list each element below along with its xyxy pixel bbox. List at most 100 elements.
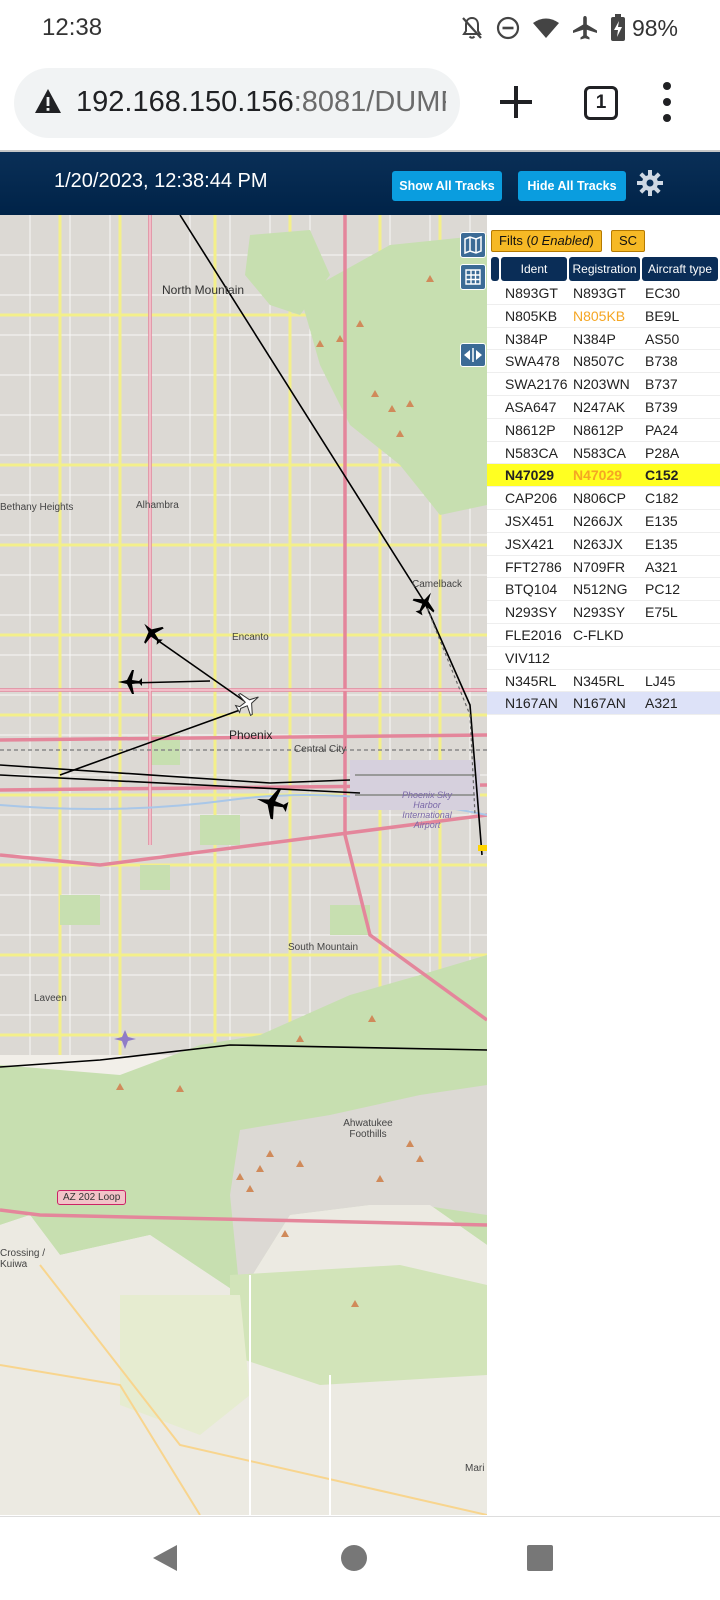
cell-type: BE9L [645, 307, 680, 324]
map-label-phoenix: Phoenix [229, 728, 273, 742]
cell-ident: JSX451 [505, 512, 555, 529]
airplane-mode-icon [572, 16, 597, 40]
battery-charging-icon [610, 14, 625, 41]
cell-registration: N203WN [573, 376, 630, 393]
column-header-registration[interactable]: Registration [569, 257, 640, 281]
cell-registration: N8507C [573, 353, 625, 370]
grid-icon [465, 269, 481, 285]
table-row[interactable]: N345RL N345RL LJ45 [487, 670, 720, 693]
table-row[interactable]: VIV112 [487, 647, 720, 670]
table-row[interactable]: N8612P N8612P PA24 [487, 419, 720, 442]
recents-icon[interactable] [526, 1544, 554, 1572]
show-all-tracks-button[interactable]: Show All Tracks [392, 171, 502, 201]
map-shield-loop202: AZ 202 Loop [57, 1190, 127, 1205]
address-bar[interactable]: 192.168.150.156:8081/DUMP [14, 68, 460, 138]
cell-registration: N805KB [573, 307, 626, 324]
map-label-bethany-heights: Bethany Heights [0, 502, 74, 513]
table-row[interactable]: FLE2016 C-FLKD [487, 624, 720, 647]
cell-ident: N293SY [505, 604, 558, 621]
cell-registration: N247AK [573, 398, 626, 415]
cell-registration: N709FR [573, 558, 626, 575]
cell-registration: N263JX [573, 535, 623, 552]
status-bar: 12:38 98% [0, 0, 720, 56]
sidebar-toggle-button[interactable] [460, 343, 486, 367]
table-row[interactable]: JSX421 N263JX E135 [487, 533, 720, 556]
new-tab-button[interactable] [496, 82, 536, 122]
status-time: 12:38 [42, 14, 103, 41]
aircraft-table: N893GT N893GT EC30 N805KB N805KB BE9L N384P N… [487, 282, 720, 716]
cell-type: LJ45 [645, 672, 676, 689]
overflow-menu-icon[interactable] [660, 80, 674, 124]
back-icon[interactable] [151, 1543, 179, 1573]
browser-toolbar: 192.168.150.156:8081/DUMP 1 [0, 56, 720, 150]
cell-type: B738 [645, 353, 678, 370]
cell-type: C182 [645, 490, 679, 507]
cell-registration: N47029 [573, 467, 623, 484]
map-label-ahwatukee: Ahwatukee Foothills [343, 1118, 393, 1140]
table-row[interactable]: N805KB N805KB BE9L [487, 305, 720, 328]
table-row[interactable]: SWA2176 N203WN B737 [487, 373, 720, 396]
column-header-ident[interactable]: Ident [501, 257, 567, 281]
table-row[interactable]: N583CA N583CA P28A [487, 442, 720, 465]
url-host: 192.168.150.156 [76, 86, 294, 118]
url-text[interactable]: 192.168.150.156:8081/DUMP [76, 86, 446, 119]
cell-ident: CAP206 [505, 490, 558, 507]
table-row[interactable]: N893GT N893GT EC30 [487, 282, 720, 305]
cell-registration: N384P [573, 330, 616, 347]
map-label-airport: Phoenix Sky Harbor International Airport [401, 790, 453, 830]
cell-registration: N893GT [573, 285, 626, 301]
table-row-selected[interactable]: N167AN N167AN A321 [487, 692, 720, 716]
table-row[interactable]: N293SY N293SY E75L [487, 601, 720, 624]
battery-percent: 98% [631, 14, 678, 41]
sc-button[interactable]: SC [611, 230, 645, 252]
cell-ident: N384P [505, 330, 548, 347]
header-clock: 1/20/2023, 12:38:44 PM [54, 170, 268, 192]
cell-type: PC12 [645, 581, 681, 598]
cell-type: P28A [645, 444, 680, 461]
cell-ident: ASA647 [505, 398, 557, 415]
filters-label-close: ) [589, 233, 594, 248]
cell-ident: N345RL [505, 672, 557, 689]
cell-registration: N583CA [573, 444, 626, 461]
cell-type: E75L [645, 604, 678, 621]
cell-type: E135 [645, 512, 678, 529]
cell-type: B739 [645, 398, 678, 415]
do-not-disturb-icon [496, 16, 520, 40]
cell-type: A321 [645, 695, 678, 712]
not-secure-warning-icon[interactable] [34, 88, 62, 114]
map-label-maricopa: Mari [465, 1463, 485, 1474]
column-header-select[interactable] [491, 257, 499, 281]
cell-type: A321 [645, 558, 678, 575]
expand-arrows-icon [464, 348, 482, 362]
map-label-camelback: Camelback [412, 579, 463, 590]
home-icon[interactable] [340, 1544, 368, 1572]
cell-ident: SWA478 [505, 353, 560, 370]
table-row[interactable]: BTQ104 N512NG PC12 [487, 578, 720, 602]
map-label-alhambra: Alhambra [136, 500, 179, 511]
map-grid-button[interactable] [460, 264, 486, 290]
table-row[interactable]: SWA478 N8507C B738 [487, 350, 720, 374]
table-row[interactable]: ASA647 N247AK B739 [487, 396, 720, 419]
cell-registration: N8612P [573, 421, 624, 438]
column-header-aircraft-type[interactable]: Aircraft type [642, 257, 718, 281]
cell-registration: C-FLKD [573, 626, 624, 643]
cell-registration: N293SY [573, 604, 626, 621]
table-row[interactable]: FFT2786 N709FR A321 [487, 556, 720, 579]
map-layers-button[interactable] [460, 232, 486, 258]
cell-ident: BTQ104 [505, 581, 558, 598]
map-view[interactable]: North Mountain Bethany Heights Alhambra … [0, 215, 487, 1515]
cell-ident: FLE2016 [505, 626, 562, 643]
cell-ident: N167AN [505, 695, 558, 712]
cell-ident: FFT2786 [505, 558, 562, 575]
status-icons: 98% [460, 12, 678, 44]
map-canvas[interactable] [0, 215, 487, 1515]
filters-button[interactable]: Filts (0 Enabled) [491, 230, 602, 252]
table-row-highlighted[interactable]: N47029 N47029 C152 [487, 464, 720, 488]
tab-switcher-button[interactable]: 1 [584, 86, 618, 120]
hide-all-tracks-button[interactable]: Hide All Tracks [518, 171, 626, 201]
table-row[interactable]: JSX451 N266JX E135 [487, 510, 720, 533]
cell-ident: N805KB [505, 307, 558, 324]
settings-gear-icon[interactable] [637, 170, 663, 196]
table-row[interactable]: CAP206 N806CP C182 [487, 487, 720, 510]
table-row[interactable]: N384P N384P AS50 [487, 328, 720, 351]
